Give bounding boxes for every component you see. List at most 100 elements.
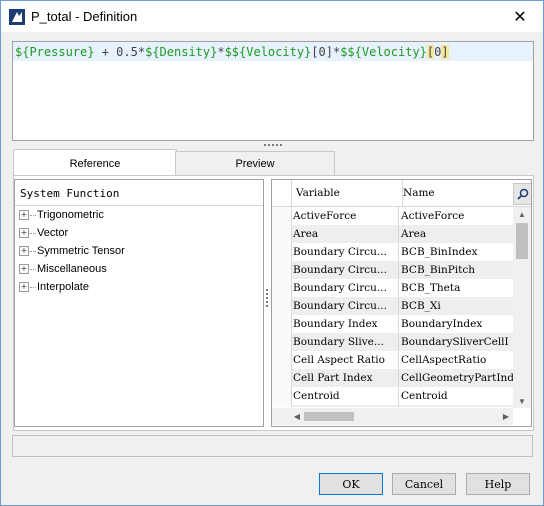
expression-token: [0] [311,45,333,59]
search-icon [516,188,528,200]
tree-item-label: Interpolate [37,281,89,293]
cell-name: CellAspectRatio [401,354,487,366]
expression-token: * [137,45,146,59]
tree-item-interpolate[interactable]: + Interpolate [19,278,89,296]
status-bar [12,435,533,457]
scroll-up-icon[interactable]: ▲ [513,207,531,221]
expand-icon[interactable]: + [19,264,29,274]
horizontal-splitter-handle[interactable] [263,142,283,148]
row-header[interactable] [272,369,292,387]
table-row[interactable]: Boundary Index BoundaryIndex [272,315,513,333]
cell-name: BCB_BinPitch [401,264,476,276]
horizontal-scrollbar[interactable]: ◀ ▶ [272,408,513,425]
table-row[interactable]: Area Area [272,225,513,243]
cell-variable: Cell Aspect Ratio [293,354,385,366]
cell-name: BoundaryIndex [401,318,483,330]
close-icon: ✕ [513,8,527,26]
cell-variable: ActiveForce [293,210,357,222]
table-row[interactable]: Cell Part Index CellGeometryPartInd [272,369,513,387]
tree-item-label: Symmetric Tensor [37,245,125,257]
app-logo-icon [9,9,25,25]
tab-preview[interactable]: Preview [175,151,335,177]
expression-token: ${Pressure} [15,45,95,59]
help-button[interactable]: Help [466,473,530,495]
cell-name: BCB_Xi [401,300,441,312]
row-header[interactable] [272,207,292,225]
row-header[interactable] [272,243,292,261]
cell-variable: Boundary Circu... [293,246,387,258]
cell-name: BCB_Theta [401,282,461,294]
table-row[interactable]: Boundary Slive... BoundarySliverCellI [272,333,513,351]
table-row[interactable]: Boundary Circu... BCB_Theta [272,279,513,297]
column-header-variable[interactable]: Variable [292,180,403,206]
expand-icon[interactable]: + [19,246,29,256]
row-header[interactable] [272,261,292,279]
table-row[interactable]: Chara...Chara... [272,405,513,407]
table-row[interactable]: Boundary Circu... BCB_BinPitch [272,261,513,279]
cell-name: ActiveForce [401,210,465,222]
scrollbar-thumb[interactable] [304,412,354,421]
cell-variable: Cell Part Index [293,372,373,384]
expression-token: 0.5 [116,45,138,59]
tree-item-symmetric-tensor[interactable]: + Symmetric Tensor [19,242,125,260]
cell-variable: Boundary Index [293,318,378,330]
tab-preview-label: Preview [235,158,275,170]
tab-reference-label: Reference [69,157,121,170]
table-row[interactable]: Boundary Circu... BCB_Xi [272,297,513,315]
cell-name: BoundarySliverCellI [401,336,509,348]
row-header[interactable] [272,279,292,297]
tree-item-label: Trigonometric [37,209,104,221]
ok-button[interactable]: OK [319,473,383,495]
row-header[interactable] [272,297,292,315]
table-row[interactable]: Cell Aspect Ratio CellAspectRatio [272,351,513,369]
table-row[interactable]: Boundary Circu... BCB_BinIndex [272,243,513,261]
table-row[interactable]: ActiveForce ActiveForce [272,207,513,225]
row-header[interactable] [272,387,292,405]
tree-header: System Function [20,187,120,200]
cell-variable: Area [293,228,319,240]
row-header[interactable] [272,225,292,243]
expression-token: * [217,45,225,59]
expand-icon[interactable]: + [19,210,29,220]
tree-item-miscellaneous[interactable]: + Miscellaneous [19,260,107,278]
row-header[interactable] [272,405,292,407]
row-header[interactable] [272,351,292,369]
title-bar: P_total - Definition ✕ [1,1,543,32]
cell-name: CellGeometryPartInd [401,372,513,384]
cell-variable: Centroid [293,390,340,402]
cell-variable: Boundary Circu... [293,282,387,294]
expression-editor[interactable]: ${Pressure} + 0.5*${Density}*$${Velocity… [12,41,534,141]
column-header-name-label: Name [403,187,435,199]
row-header[interactable] [272,333,292,351]
cell-variable: Boundary Circu... [293,300,387,312]
tree-item-label: Vector [37,227,69,239]
expression-token: ${Density} [145,45,218,59]
vertical-scrollbar[interactable]: ▲ ▼ [513,207,531,408]
tree-item-vector[interactable]: + Vector [19,224,68,242]
scroll-down-icon[interactable]: ▼ [513,394,531,408]
table-row[interactable]: Centroid Centroid [272,387,513,405]
cancel-button[interactable]: Cancel [392,473,456,495]
vertical-splitter-handle[interactable] [265,289,269,313]
tree-item-trigonometric[interactable]: + Trigonometric [19,206,104,224]
column-header-name[interactable]: Name ^ [399,180,516,206]
row-header-corner [272,180,292,206]
expand-icon[interactable]: + [19,228,29,238]
dialog-window: P_total - Definition ✕ ${Pressure} + 0.5… [0,0,544,506]
scrollbar-thumb[interactable] [516,223,528,259]
scroll-right-icon[interactable]: ▶ [499,408,513,425]
cell-name: BCB_BinIndex [401,246,478,258]
expression-token: $${Velocity} [224,45,312,59]
row-header[interactable] [272,315,292,333]
tab-reference[interactable]: Reference [13,149,177,177]
cell-variable: Boundary Slive... [293,336,384,348]
expand-icon[interactable]: + [19,282,29,292]
tree-item-label: Miscellaneous [37,263,107,275]
scroll-left-icon[interactable]: ◀ [290,408,304,425]
variables-table: Variable Name ^ ActiveForce ActiveForce Ar… [271,179,532,427]
search-button[interactable] [513,183,531,205]
expression-token: ] [441,45,449,59]
table-body: ActiveForce ActiveForce Area Area Boundary C… [272,207,513,407]
expression-token: + [94,45,117,59]
close-button[interactable]: ✕ [497,1,543,32]
